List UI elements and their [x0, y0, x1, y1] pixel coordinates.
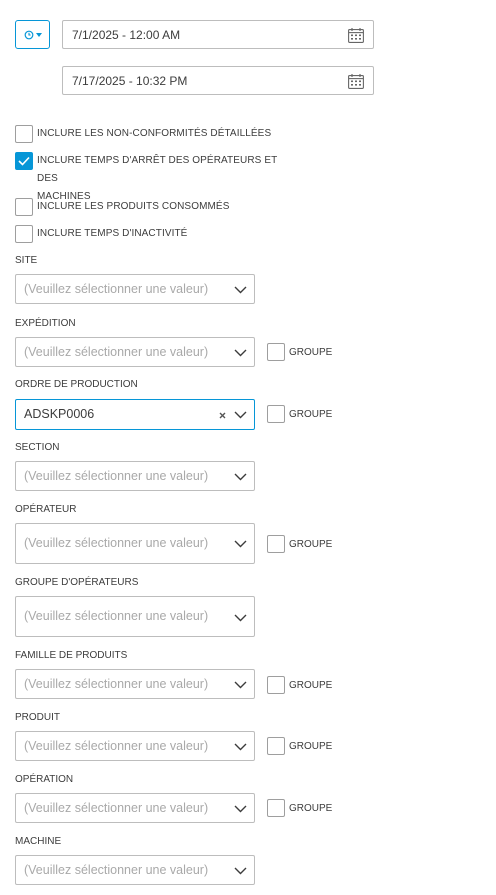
- famille-group-checkbox[interactable]: [267, 676, 285, 694]
- machine-placeholder: (Veuillez sélectionner une valeur): [24, 863, 209, 877]
- operateur-group-toggle[interactable]: GROUPE: [267, 535, 332, 553]
- ordre-select[interactable]: ADSKP0006: [15, 399, 255, 430]
- machine-select[interactable]: (Veuillez sélectionner une valeur): [15, 855, 255, 885]
- calendar-icon[interactable]: [348, 28, 364, 43]
- expedition-group-checkbox[interactable]: [267, 343, 285, 361]
- idle-time-label: INCLURE TEMPS D'INACTIVITÉ: [37, 228, 188, 239]
- expedition-group-label: GROUPE: [289, 346, 333, 358]
- clear-icon[interactable]: [219, 412, 226, 419]
- operation-group-checkbox[interactable]: [267, 799, 285, 817]
- produit-placeholder: (Veuillez sélectionner une valeur): [24, 739, 209, 753]
- famille-label: FAMILLE DE PRODUITS: [15, 650, 128, 661]
- chevron-down-icon: [234, 540, 247, 548]
- operateur-group-label: GROUPE: [289, 538, 333, 550]
- operateur-label: OPÉRATEUR: [15, 504, 77, 515]
- chevron-down-icon: [234, 286, 247, 294]
- famille-select[interactable]: (Veuillez sélectionner une valeur): [15, 669, 255, 699]
- chevron-down-icon: [234, 473, 247, 481]
- operation-label: OPÉRATION: [15, 774, 74, 785]
- operation-group-toggle[interactable]: GROUPE: [267, 799, 332, 817]
- operateur-group-checkbox[interactable]: [267, 535, 285, 553]
- option-idle-time[interactable]: INCLURE TEMPS D'INACTIVITÉ: [15, 225, 287, 243]
- caret-down-icon: [35, 32, 42, 37]
- section-placeholder: (Veuillez sélectionner une valeur): [24, 469, 209, 483]
- clock-icon: [24, 30, 33, 39]
- expedition-group-toggle[interactable]: GROUPE: [267, 343, 332, 361]
- section-label: SECTION: [15, 442, 60, 453]
- consumed-products-checkbox[interactable]: [15, 198, 33, 216]
- operation-group-label: GROUPE: [289, 802, 333, 814]
- famille-placeholder: (Veuillez sélectionner une valeur): [24, 677, 209, 691]
- machine-label: MACHINE: [15, 836, 62, 847]
- expedition-placeholder: (Veuillez sélectionner une valeur): [24, 345, 209, 359]
- produit-group-label: GROUPE: [289, 740, 333, 752]
- ordre-group-toggle[interactable]: GROUPE: [267, 405, 332, 423]
- consumed-products-label: INCLURE LES PRODUITS CONSOMMÉS: [37, 201, 230, 212]
- checkmark-icon: [18, 156, 30, 166]
- chevron-down-icon: [234, 681, 247, 689]
- idle-time-checkbox[interactable]: [15, 225, 33, 243]
- chevron-down-icon: [234, 805, 247, 813]
- nonconformities-checkbox[interactable]: [15, 125, 33, 143]
- ordre-label: ORDRE DE PRODUCTION: [15, 379, 138, 390]
- downtime-label-line1: INCLURE TEMPS D'ARRÊT DES OPÉRATEURS ET …: [37, 155, 278, 184]
- section-select[interactable]: (Veuillez sélectionner une valeur): [15, 461, 255, 491]
- site-placeholder: (Veuillez sélectionner une valeur): [24, 282, 209, 296]
- option-nonconformities[interactable]: INCLURE LES NON-CONFORMITÉS DÉTAILLÉES: [15, 125, 287, 143]
- produit-label: PRODUIT: [15, 712, 60, 723]
- operateur-placeholder: (Veuillez sélectionner une valeur): [24, 536, 209, 550]
- end-date-input[interactable]: 7/17/2025 - 10:32 PM: [62, 66, 374, 95]
- chevron-down-icon: [234, 349, 247, 357]
- groupe-operateurs-select[interactable]: (Veuillez sélectionner une valeur): [15, 596, 255, 637]
- expedition-label: EXPÉDITION: [15, 318, 76, 329]
- chevron-down-icon: [234, 411, 247, 419]
- operateur-select[interactable]: (Veuillez sélectionner une valeur): [15, 523, 255, 564]
- option-consumed-products[interactable]: INCLURE LES PRODUITS CONSOMMÉS: [15, 198, 287, 216]
- ordre-group-checkbox[interactable]: [267, 405, 285, 423]
- produit-group-toggle[interactable]: GROUPE: [267, 737, 332, 755]
- groupe-operateurs-placeholder: (Veuillez sélectionner une valeur): [24, 609, 209, 623]
- famille-group-label: GROUPE: [289, 679, 333, 691]
- produit-group-checkbox[interactable]: [267, 737, 285, 755]
- calendar-icon[interactable]: [348, 74, 364, 89]
- produit-select[interactable]: (Veuillez sélectionner une valeur): [15, 731, 255, 761]
- operation-placeholder: (Veuillez sélectionner une valeur): [24, 801, 209, 815]
- downtime-checkbox[interactable]: [15, 152, 33, 170]
- start-date-value: 7/1/2025 - 12:00 AM: [72, 27, 181, 42]
- operation-select[interactable]: (Veuillez sélectionner une valeur): [15, 793, 255, 823]
- time-preset-button[interactable]: [15, 20, 50, 49]
- start-date-input[interactable]: 7/1/2025 - 12:00 AM: [62, 20, 374, 49]
- groupe-operateurs-label: GROUPE D'OPÉRATEURS: [15, 577, 139, 588]
- ordre-group-label: GROUPE: [289, 408, 333, 420]
- site-select[interactable]: (Veuillez sélectionner une valeur): [15, 274, 255, 304]
- chevron-down-icon: [234, 743, 247, 751]
- site-label: SITE: [15, 255, 38, 266]
- famille-group-toggle[interactable]: GROUPE: [267, 676, 332, 694]
- chevron-down-icon: [234, 867, 247, 875]
- nonconformities-label: INCLURE LES NON-CONFORMITÉS DÉTAILLÉES: [37, 128, 272, 139]
- ordre-value: ADSKP0006: [24, 407, 95, 421]
- expedition-select[interactable]: (Veuillez sélectionner une valeur): [15, 337, 255, 367]
- end-date-value: 7/17/2025 - 10:32 PM: [72, 73, 188, 88]
- chevron-down-icon: [234, 614, 247, 622]
